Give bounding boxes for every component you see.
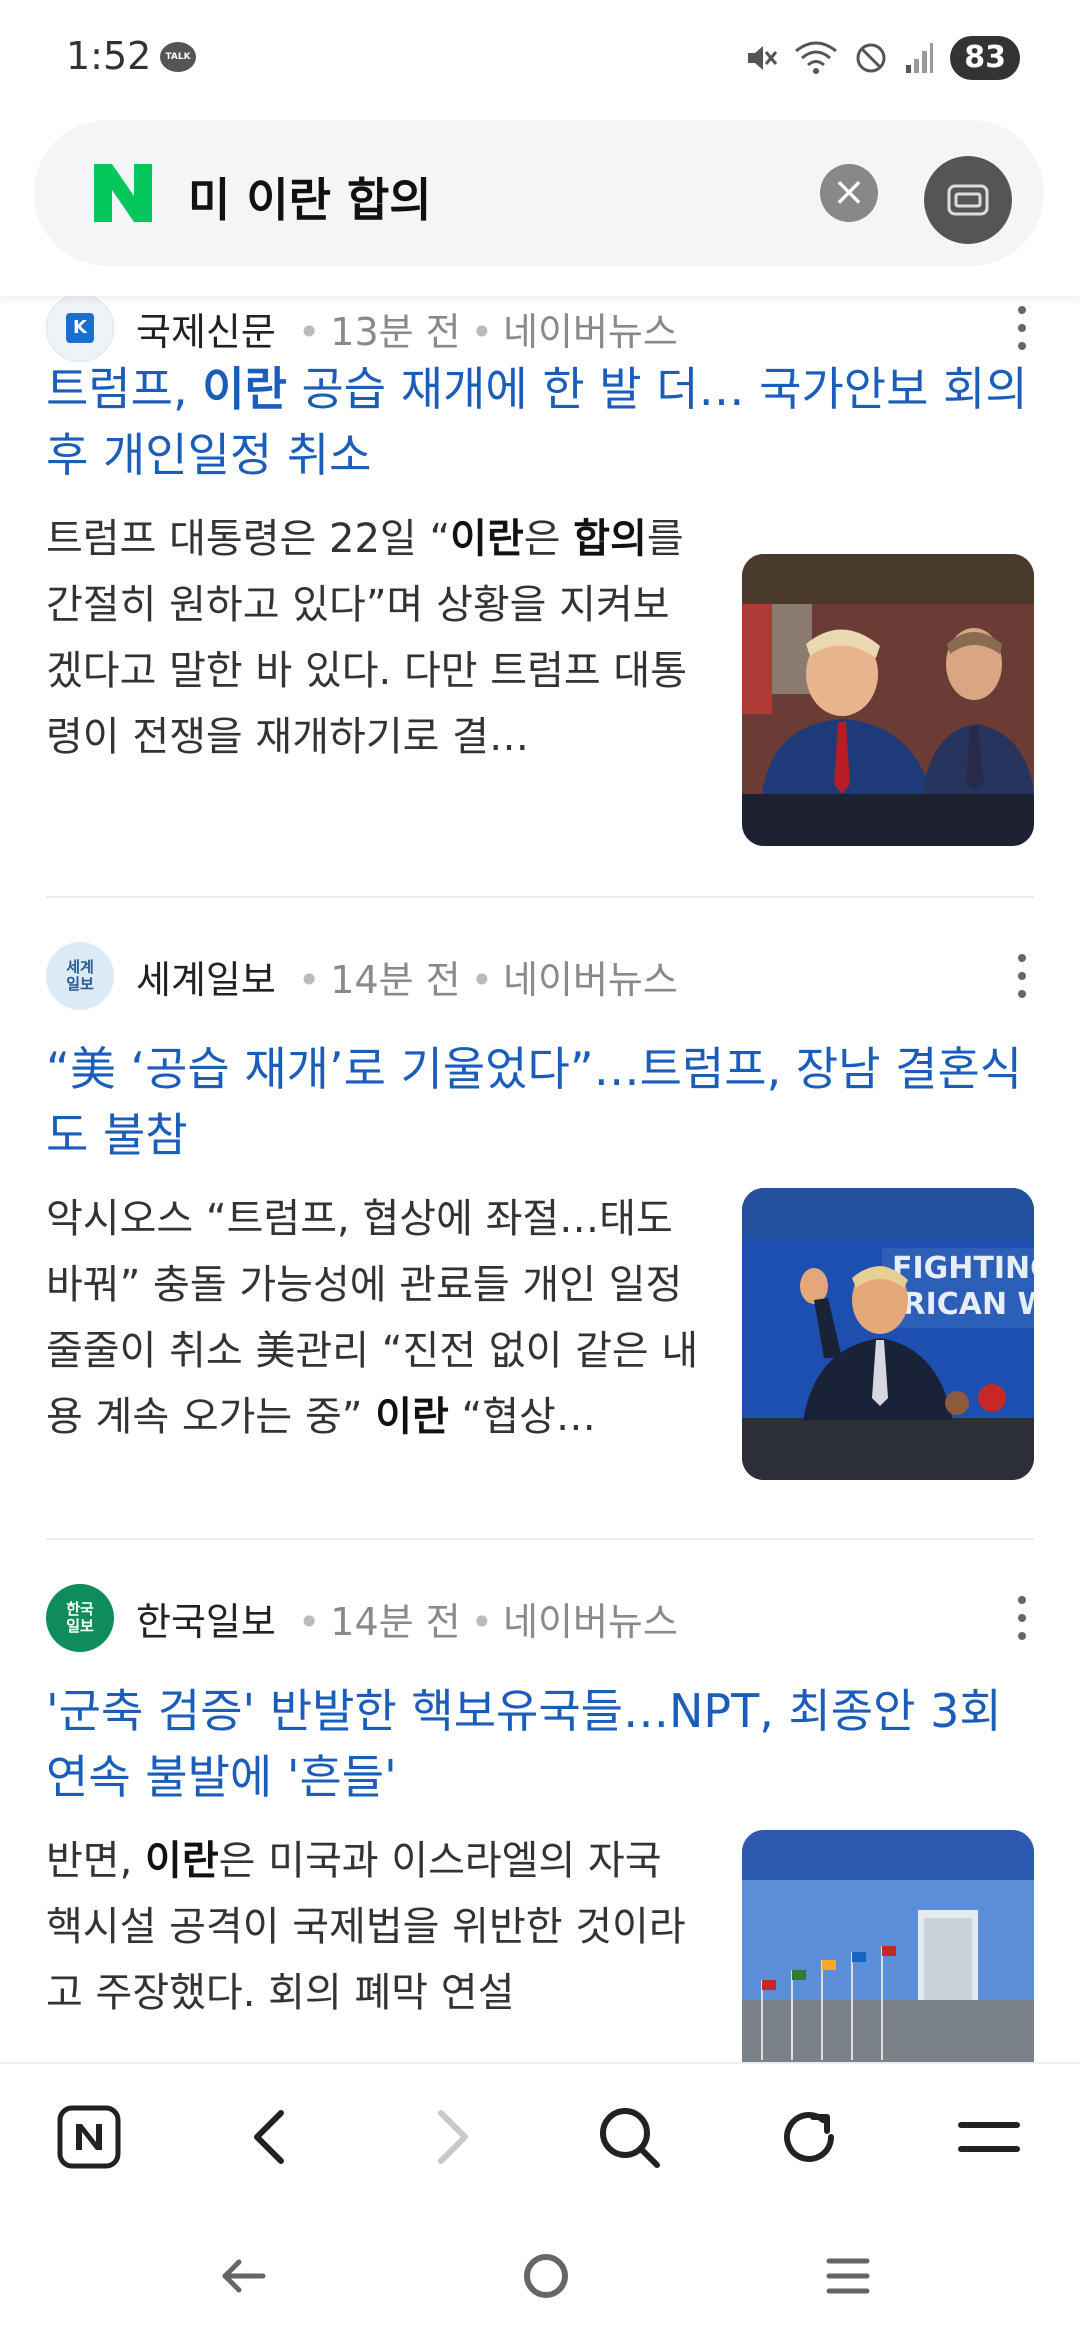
search-input[interactable]: 미 이란 합의 xyxy=(188,164,432,230)
kakaotalk-notification-icon: TALK xyxy=(160,42,196,72)
article-time: 14분 전 xyxy=(330,957,461,1002)
browser-toolbar xyxy=(0,2062,1080,2202)
system-back-icon xyxy=(222,2259,266,2293)
article-source-row: K 국제신문 • 13분 전 • 네이버뉴스 xyxy=(46,296,1034,364)
back-button[interactable] xyxy=(234,2102,304,2172)
article-source-row: 세계일보 세계일보 • 14분 전 • 네이버뉴스 xyxy=(46,940,1034,1012)
more-options-icon[interactable] xyxy=(1010,954,1034,998)
article-snippet[interactable]: 악시오스 “트럼프, 협상에 좌절…태도 바꿔” 충돌 가능성에 관료들 개인 … xyxy=(46,1186,706,1450)
lens-button[interactable] xyxy=(924,156,1012,244)
search-icon xyxy=(600,2108,660,2168)
source-logo[interactable]: 한국일보 xyxy=(46,1584,114,1652)
article-meta: • 14분 전 • 네이버뉴스 xyxy=(297,1599,678,1644)
forward-icon xyxy=(438,2110,468,2164)
article-platform[interactable]: 네이버뉴스 xyxy=(503,310,678,354)
status-bar: 1:52 TALK 83 xyxy=(0,0,1080,120)
source-name[interactable]: 세계일보 xyxy=(136,949,276,1004)
more-options-icon[interactable] xyxy=(1010,1596,1034,1640)
signal-icon xyxy=(906,43,934,73)
blocked-icon xyxy=(856,43,886,73)
source-logo[interactable]: 세계일보 xyxy=(46,942,114,1010)
thumbnail-image xyxy=(742,1830,1034,2062)
article-headline[interactable]: 트럼프, 이란 공습 재개에 한 발 더… 국가안보 회의 후 개인일정 취소 xyxy=(46,356,1034,488)
wifi-icon xyxy=(795,41,838,74)
status-icons: 83 xyxy=(744,36,1020,80)
article-headline[interactable]: “美 ‘공습 재개’로 기울었다”…트럼프, 장남 결혼식 도 불참 xyxy=(46,1036,1034,1168)
article-snippet[interactable]: 반면, 이란은 미국과 이스라엘의 자국 핵시설 공격이 국제법을 위반한 것이… xyxy=(46,1828,706,2026)
system-home-button[interactable] xyxy=(516,2246,576,2306)
article-platform[interactable]: 네이버뉴스 xyxy=(503,958,678,1002)
thumbnail-image xyxy=(742,554,1034,846)
article-platform[interactable]: 네이버뉴스 xyxy=(503,1600,678,1644)
source-logo-text: 세계일보 xyxy=(66,958,94,993)
naver-home-icon xyxy=(57,2105,121,2169)
source-logo-text: K xyxy=(66,313,94,343)
menu-button[interactable] xyxy=(954,2102,1024,2172)
back-icon xyxy=(254,2110,284,2164)
battery-level: 83 xyxy=(950,36,1020,80)
system-navigation-bar xyxy=(0,2202,1080,2340)
lens-icon xyxy=(947,184,989,216)
news-feed[interactable]: K 국제신문 • 13분 전 • 네이버뉴스 트럼프, 이란 공습 재개에 한 발 더… xyxy=(0,296,1080,2062)
system-recents-button[interactable] xyxy=(818,2246,878,2306)
article-time: 13분 전 xyxy=(330,309,461,354)
article-meta: • 13분 전 • 네이버뉴스 xyxy=(297,309,678,354)
refresh-button[interactable] xyxy=(774,2102,844,2172)
naver-logo-icon[interactable] xyxy=(90,160,156,226)
article-thumbnail[interactable] xyxy=(742,554,1034,846)
top-header: 1:52 TALK 83 미 이란 합의 × xyxy=(0,0,1080,296)
article-meta: • 14분 전 • 네이버뉴스 xyxy=(297,957,678,1002)
source-logo-text: 한국일보 xyxy=(66,1600,94,1635)
svg-text:FIGHTING: FIGHTING xyxy=(892,1251,1034,1286)
search-bar[interactable]: 미 이란 합의 × xyxy=(34,120,1044,266)
status-time: 1:52 xyxy=(66,34,152,78)
refresh-icon xyxy=(784,2111,834,2162)
news-article[interactable]: 한국일보 한국일보 • 14분 전 • 네이버뉴스 '군축 검증' 반발한 핵보유국들… xyxy=(0,1540,1080,2062)
article-thumbnail[interactable] xyxy=(742,1830,1034,2062)
close-icon: × xyxy=(832,169,866,215)
search-button[interactable] xyxy=(594,2102,664,2172)
source-logo[interactable]: K xyxy=(46,296,114,362)
source-name[interactable]: 국제신문 xyxy=(136,301,276,356)
news-article[interactable]: K 국제신문 • 13분 전 • 네이버뉴스 트럼프, 이란 공습 재개에 한 발 더… xyxy=(0,296,1080,898)
mute-icon xyxy=(748,46,778,70)
naver-home-button[interactable] xyxy=(54,2102,124,2172)
more-options-icon[interactable] xyxy=(1010,306,1034,350)
clear-search-button[interactable]: × xyxy=(820,164,878,222)
thumbnail-image: FIGHTING ERICAN WO xyxy=(742,1188,1034,1480)
system-home-icon xyxy=(524,2254,568,2298)
article-time: 14분 전 xyxy=(330,1599,461,1644)
system-back-button[interactable] xyxy=(214,2246,274,2306)
article-headline[interactable]: '군축 검증' 반발한 핵보유국들…NPT, 최종안 3회 연속 불발에 '흔들… xyxy=(46,1678,1034,1810)
news-article[interactable]: 세계일보 세계일보 • 14분 전 • 네이버뉴스 “美 ‘공습 재개’로 기울었다”… xyxy=(0,898,1080,1540)
forward-button[interactable] xyxy=(418,2102,488,2172)
source-name[interactable]: 한국일보 xyxy=(136,1591,276,1646)
article-thumbnail[interactable]: FIGHTING ERICAN WO xyxy=(742,1188,1034,1480)
menu-icon xyxy=(958,2122,1020,2152)
article-source-row: 한국일보 한국일보 • 14분 전 • 네이버뉴스 xyxy=(46,1582,1034,1654)
article-snippet[interactable]: 트럼프 대통령은 22일 “이란은 합의를 간절히 원하고 있다”며 상황을 지… xyxy=(46,506,706,770)
system-recents-icon xyxy=(826,2258,870,2294)
